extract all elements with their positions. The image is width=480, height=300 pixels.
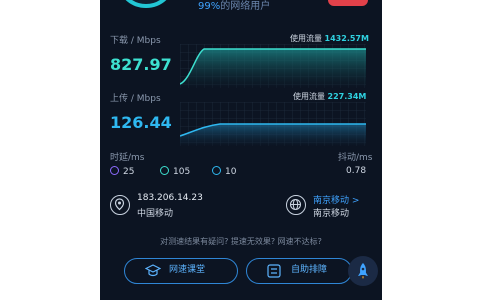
globe-icon [286,195,306,215]
download-chart [180,44,366,88]
upload-latency-icon [212,166,221,175]
percentile-suffix: 的网络用户 [220,1,271,12]
upload-usage: 使用流量 227.34M [293,91,366,102]
latency-upload-value: 10 [225,167,237,177]
faq-text[interactable]: 对测速结果有疑问? 提速无效果? 网速不达标? [100,236,382,247]
idle-latency-icon [110,166,119,175]
download-usage-label: 使用流量 [290,34,322,43]
server-isp: 南京移动 [313,209,350,219]
latency-idle-value: 25 [123,167,135,177]
download-usage: 使用流量 1432.57M [290,33,369,44]
server-select-link[interactable]: 南京移动 > [313,193,359,206]
latency-download: 105 [160,166,190,177]
client-ip: 183.206.14.23 [137,193,203,203]
upload-chart [180,102,366,146]
speed-dial [116,0,176,8]
restart-button[interactable] [328,0,368,6]
self-troubleshoot-label: 自助排障 [291,265,328,275]
self-troubleshoot-button[interactable]: 自助排障 [246,258,352,284]
speed-course-button[interactable]: 网速课堂 [124,258,238,284]
percentile-text: 99%的网络用户 [198,0,270,12]
upload-usage-value: 227.34M [327,92,367,101]
download-usage-value: 1432.57M [324,34,369,43]
download-speed-value: 827.97 [110,55,172,74]
percentile-value: 99% [198,1,221,12]
upload-label: 上传 / Mbps [110,94,161,104]
jitter-label: 抖动/ms [338,153,373,163]
client-isp: 中国移动 [137,209,174,219]
upload-speed-value: 126.44 [110,113,172,132]
download-latency-icon [160,166,169,175]
troubleshoot-icon [267,264,281,278]
download-label: 下载 / Mbps [110,36,161,46]
upload-usage-label: 使用流量 [293,92,325,101]
rocket-button[interactable] [348,256,378,286]
rocket-icon [358,263,368,279]
location-pin-icon [110,195,130,215]
right-margin [382,0,480,300]
latency-upload: 10 [212,166,236,177]
latency-download-value: 105 [173,167,191,177]
latency-idle: 25 [110,166,134,177]
graduation-cap-icon [145,264,161,277]
jitter-value: 0.78 [346,166,367,176]
speed-course-label: 网速课堂 [169,265,206,275]
speedtest-screen: 99%的网络用户 下载 / Mbps 使用流量 1432.57M 827.97 … [100,0,382,300]
latency-label: 时延/ms [110,153,145,163]
